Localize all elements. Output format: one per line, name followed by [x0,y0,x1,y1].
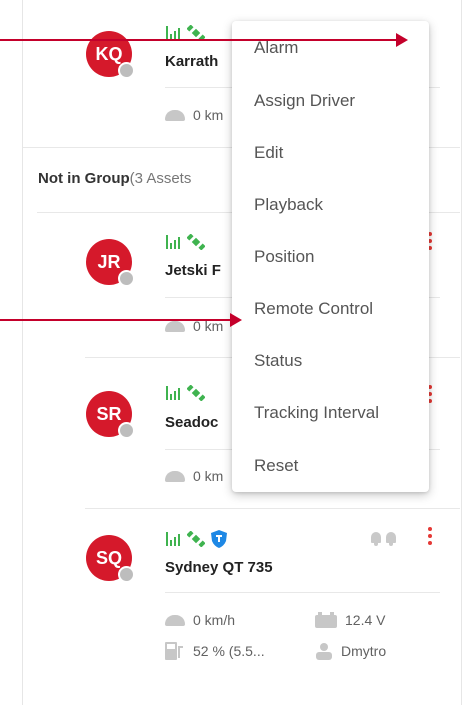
speed-value: 0 km/h [193,612,236,628]
asset-avatar[interactable]: SQ [86,535,135,583]
more-options-icon[interactable] [427,527,433,545]
asset-status-icons [165,234,205,250]
speedometer-icon [165,470,185,482]
menu-item-status[interactable]: Status [254,351,302,371]
speed-value: 0 km [193,107,224,123]
fuel-pump-icon [165,642,183,660]
alert-icons [371,532,396,546]
context-menu: Alarm Assign Driver Edit Playback Positi… [232,21,429,492]
menu-item-alarm[interactable]: Alarm [254,38,298,58]
driver-info: Dmytro [315,642,386,660]
speed-info: 0 km/h [165,612,235,628]
annotation-arrowhead-icon [396,33,408,47]
fuel-info: 52 % (5.5... [165,642,265,660]
satellite-icon [187,234,205,250]
online-status-dot [118,62,135,79]
avatar-initials: SQ [95,547,122,568]
menu-item-position[interactable]: Position [254,247,314,267]
asset-name[interactable]: Jetski F [165,262,221,279]
satellite-icon [187,531,205,547]
speed-info: 0 km [165,468,223,484]
asset-avatar[interactable]: KQ [86,31,135,79]
menu-item-tracking-interval[interactable]: Tracking Interval [254,403,379,423]
voltage-value: 12.4 V [345,612,386,628]
menu-item-playback[interactable]: Playback [254,195,323,215]
speed-value: 0 km [193,468,224,484]
asset-avatar[interactable]: SR [86,391,135,439]
asset-name[interactable]: Seadoc [165,414,218,431]
asset-name[interactable]: Sydney QT 735 [165,559,273,576]
divider [165,592,440,593]
battery-icon [315,612,337,628]
group-name: Not in Group [38,170,130,187]
signal-icon [166,235,180,249]
annotation-arrow-line [0,39,398,41]
avatar-initials: JR [97,251,121,272]
group-header[interactable]: Not in Group(3 Assets [38,170,191,187]
bell-icon[interactable] [371,532,381,546]
avatar-initials: KQ [95,43,123,64]
annotation-arrow-line [0,319,232,321]
driver-icon [316,643,332,660]
signal-icon [166,532,180,546]
asset-status-icons [165,385,205,401]
bell-icon[interactable] [386,532,396,546]
group-count: (3 Assets [129,170,192,187]
online-status-dot [118,422,135,439]
fuel-value: 52 % (5.5... [193,643,265,659]
asset-status-icons [165,530,227,548]
avatar-initials: SR [96,403,122,424]
speedometer-icon [165,320,185,332]
asset-name[interactable]: Karrath [165,53,218,70]
driver-value: Dmytro [341,643,387,659]
voltage-info: 12.4 V [315,612,385,628]
speed-info: 0 km [165,107,223,123]
menu-item-assign-driver[interactable]: Assign Driver [254,91,355,111]
satellite-icon [187,385,205,401]
signal-icon [166,26,180,40]
menu-item-remote-control[interactable]: Remote Control [254,299,373,319]
menu-item-edit[interactable]: Edit [254,143,283,163]
speedometer-icon [165,614,185,626]
signal-icon [166,386,180,400]
menu-item-reset[interactable]: Reset [254,456,298,476]
online-status-dot [118,566,135,583]
speedometer-icon [165,109,185,121]
shield-icon [211,530,227,548]
annotation-arrowhead-icon [230,313,242,327]
online-status-dot [118,270,135,287]
asset-avatar[interactable]: JR [86,239,135,287]
divider [85,508,460,509]
